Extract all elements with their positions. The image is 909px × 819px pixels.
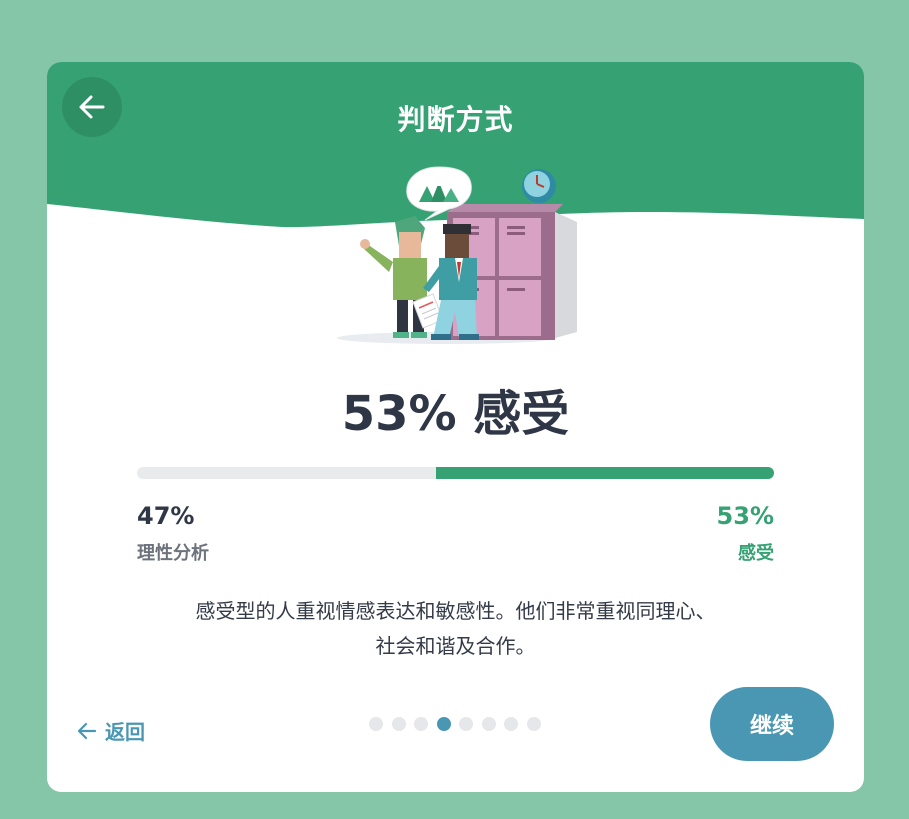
back-link-label: 返回: [105, 720, 145, 744]
result-card: 判断方式 53% 感受 47% 理性分析 53% 感受 感受型的人重视情感表达和…: [47, 62, 864, 792]
pagination-dot-3: [414, 717, 428, 731]
page-title: 判断方式: [397, 103, 514, 136]
pagination-dot-1: [369, 717, 383, 731]
thinking-label: 理性分析: [137, 543, 209, 564]
pagination-dot-7: [504, 717, 518, 731]
continue-button[interactable]: 继续: [710, 687, 834, 761]
description-line-1: 感受型的人重视情感表达和敏感性。他们非常重视同理心、: [195, 599, 716, 623]
back-link[interactable]: 返回: [77, 716, 145, 745]
feeling-label: 感受: [738, 543, 774, 564]
pagination-dot-8: [526, 717, 541, 731]
result-progress-fill: [436, 467, 774, 479]
result-headline: 53% 感受: [341, 386, 570, 442]
feeling-percent: 53%: [716, 502, 774, 530]
thinking-percent: 47%: [137, 502, 195, 530]
pagination-dot-2: [391, 717, 406, 731]
description-line-2: 社会和谐及合作。: [375, 634, 536, 658]
pagination-dot-5: [459, 717, 473, 731]
result-description: 感受型的人重视情感表达和敏感性。他们非常重视同理心、 社会和谐及合作。: [137, 594, 774, 664]
result-progress-bar: [137, 467, 774, 479]
arrow-left-icon: [77, 722, 97, 739]
pagination-dot-6: [481, 717, 496, 731]
pagination-dots: [369, 717, 549, 731]
pagination-dot-4: [436, 717, 451, 731]
two-people-with-lockers-illustration: [337, 166, 577, 344]
